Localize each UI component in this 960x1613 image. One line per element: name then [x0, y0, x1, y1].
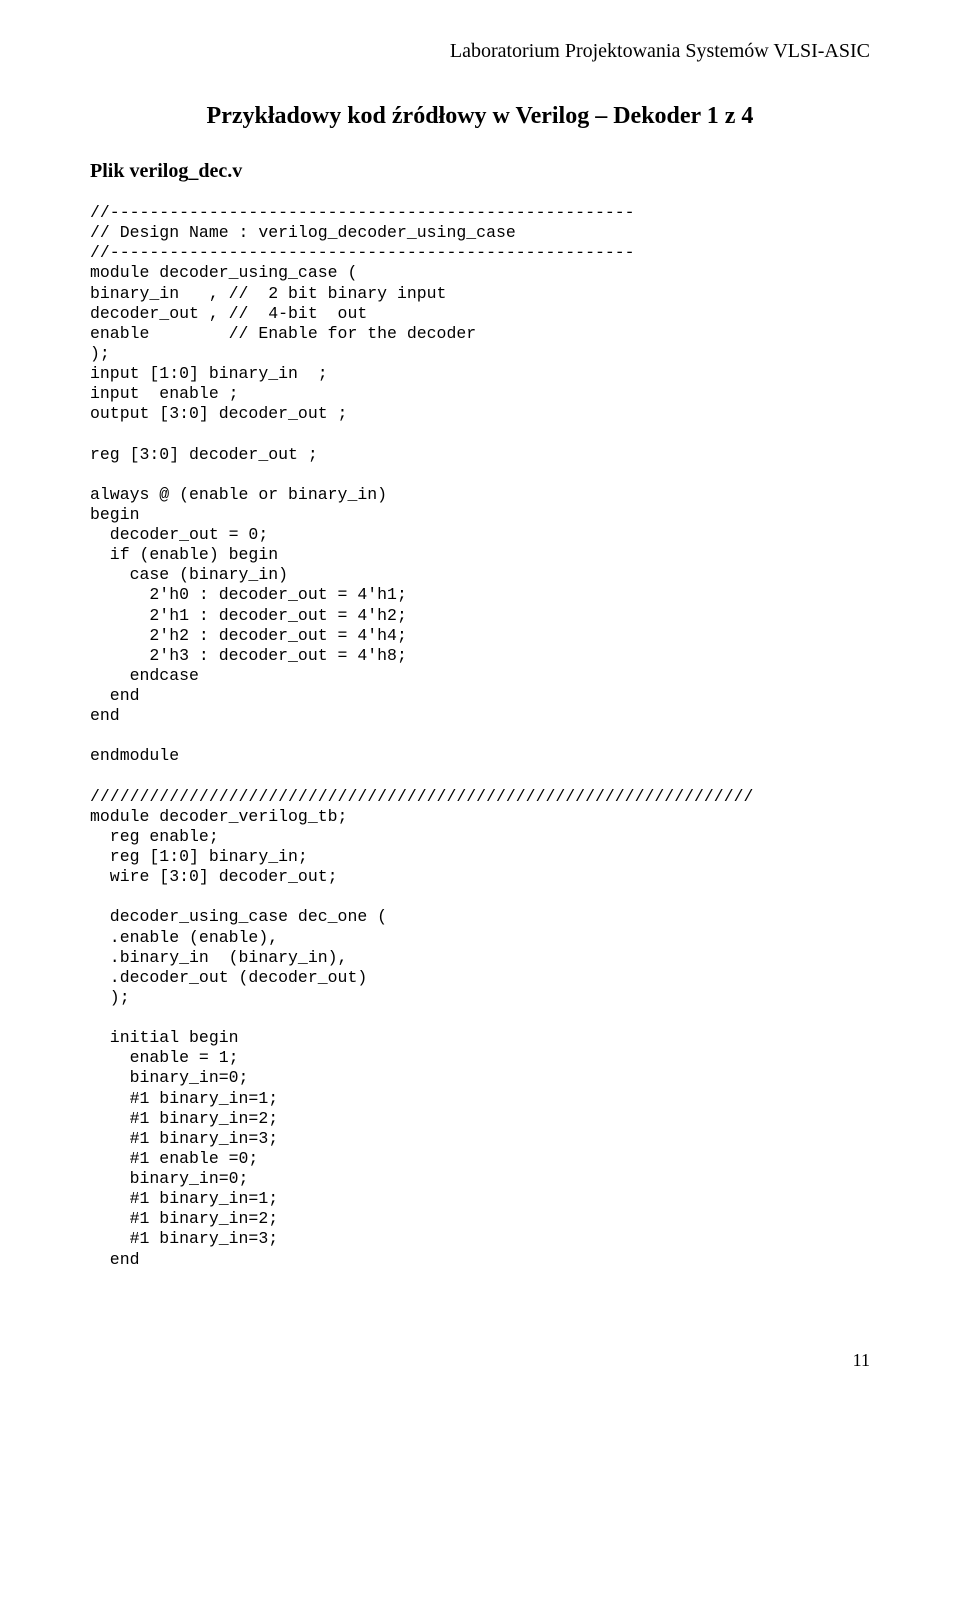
code-block: //--------------------------------------… [90, 203, 870, 1270]
page-number: 11 [90, 1350, 870, 1371]
page-header: Laboratorium Projektowania Systemów VLSI… [90, 40, 870, 63]
section-heading: Plik verilog_dec.v [90, 160, 870, 183]
page-container: Laboratorium Projektowania Systemów VLSI… [0, 0, 960, 1411]
page-title: Przykładowy kod źródłowy w Verilog – Dek… [90, 103, 870, 130]
